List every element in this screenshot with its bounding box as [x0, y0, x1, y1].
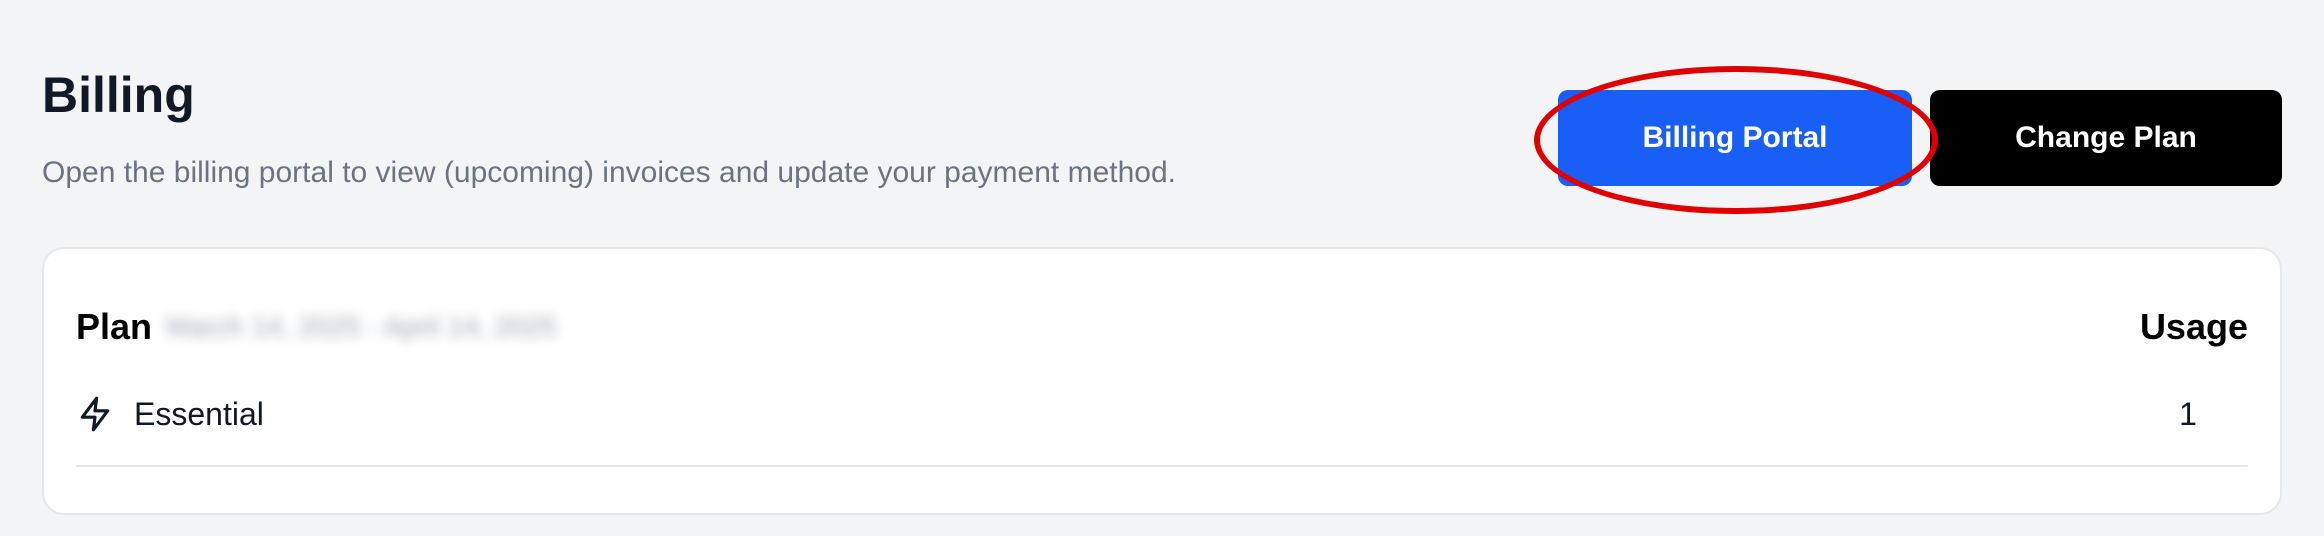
row-divider — [76, 465, 2248, 467]
bolt-icon — [76, 395, 114, 433]
page-subtitle: Open the billing portal to view (upcomin… — [42, 156, 1176, 189]
change-plan-label: Change Plan — [2015, 121, 2197, 154]
billing-portal-button[interactable]: Billing Portal — [1534, 66, 1938, 214]
billing-period-blurred: March 14, 2025 - April 14, 2025 — [166, 311, 557, 342]
plan-name-cell: Essential — [76, 395, 264, 433]
page-title: Billing — [42, 67, 195, 123]
plan-name: Essential — [134, 395, 264, 432]
billing-header: Billing Open the billing portal to view … — [42, 70, 1176, 188]
plan-column-header: Plan — [76, 306, 153, 347]
billing-portal-label: Billing Portal — [1642, 121, 1828, 154]
usage-value: 1 — [2179, 395, 2197, 432]
table-row: Essential 1 — [76, 389, 2248, 439]
change-plan-button[interactable]: Change Plan — [1930, 90, 2282, 186]
plan-card: Plan March 14, 2025 - April 14, 2025 Usa… — [42, 247, 2282, 515]
plan-header-group: Plan March 14, 2025 - April 14, 2025 — [76, 309, 557, 345]
billing-actions: Billing Portal Change Plan — [1534, 66, 2282, 214]
plan-table-header: Plan March 14, 2025 - April 14, 2025 Usa… — [76, 309, 2248, 345]
usage-column-header: Usage — [2139, 306, 2248, 347]
